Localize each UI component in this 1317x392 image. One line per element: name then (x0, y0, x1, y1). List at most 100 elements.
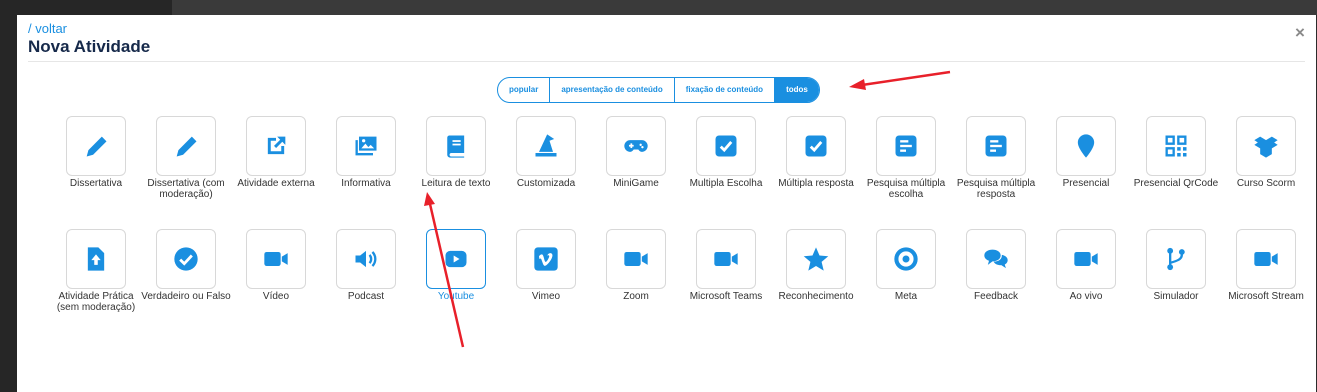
activity-tile[interactable] (336, 229, 396, 289)
activity-tile[interactable] (246, 229, 306, 289)
back-link[interactable]: / voltar (28, 21, 150, 36)
activity-label: Presencial QrCode (1133, 178, 1219, 189)
activity-tile[interactable] (246, 116, 306, 176)
activity-multipla-resposta[interactable]: Múltipla resposta (771, 116, 861, 229)
activity-tile[interactable] (786, 229, 846, 289)
activity-label: Vimeo (531, 291, 561, 302)
activity-tile[interactable] (426, 116, 486, 176)
modal-header: / voltar Nova Atividade (28, 21, 150, 57)
filter-tab-fixacao-de-conteudo[interactable]: fixação de conteúdo (675, 78, 776, 102)
activity-tile[interactable] (1236, 229, 1296, 289)
activity-tile[interactable] (516, 116, 576, 176)
activity-label: Múltipla resposta (778, 178, 854, 189)
activity-microsoft-teams[interactable]: Microsoft Teams (681, 229, 771, 342)
video-camera-icon (1254, 252, 1278, 266)
activity-tile[interactable] (1236, 116, 1296, 176)
activity-tile[interactable] (876, 116, 936, 176)
activity-vimeo[interactable]: Vimeo (501, 229, 591, 342)
activity-label: Microsoft Teams (689, 291, 763, 302)
activity-label: Microsoft Stream (1228, 291, 1304, 302)
activity-label: Customizada (516, 178, 576, 189)
activity-presencial[interactable]: Presencial (1041, 116, 1131, 229)
activity-atividade-pratica-sem-moderacao[interactable]: Atividade Prática (sem moderação) (51, 229, 141, 342)
qrcode-icon (1165, 135, 1187, 157)
activity-feedback[interactable]: Feedback (951, 229, 1041, 342)
activity-label: Ao vivo (1069, 291, 1103, 302)
activity-tile[interactable] (66, 229, 126, 289)
activity-tile[interactable] (966, 229, 1026, 289)
activity-multipla-escolha[interactable]: Multipla Escolha (681, 116, 771, 229)
filter-tab-todos[interactable]: todos (775, 78, 819, 102)
activity-presencial-qrcode[interactable]: Presencial QrCode (1131, 116, 1221, 229)
activity-label: Leitura de texto (421, 178, 491, 189)
activity-tile[interactable] (786, 116, 846, 176)
modal-title: Nova Atividade (28, 37, 151, 56)
poll-icon (895, 135, 917, 157)
activity-row: Atividade Prática (sem moderação) Verdade… (51, 229, 1311, 342)
activity-tile[interactable] (156, 229, 216, 289)
activity-meta[interactable]: Meta (861, 229, 951, 342)
activity-label: Curso Scorm (1236, 178, 1296, 189)
activity-microsoft-stream[interactable]: Microsoft Stream (1221, 229, 1311, 342)
activity-label: Pesquisa múltipla resposta (956, 178, 1036, 200)
activity-label: Youtube (437, 291, 475, 302)
activity-tile[interactable] (516, 229, 576, 289)
activity-label: Podcast (347, 291, 385, 302)
activity-pesquisa-multipla-resposta[interactable]: Pesquisa múltipla resposta (951, 116, 1041, 229)
activity-simulador[interactable]: Simulador (1131, 229, 1221, 342)
activity-tile[interactable] (966, 116, 1026, 176)
activity-label: Pesquisa múltipla escolha (866, 178, 946, 200)
activity-video[interactable]: Vídeo (231, 229, 321, 342)
activity-tile[interactable] (1056, 229, 1116, 289)
activity-podcast[interactable]: Podcast (321, 229, 411, 342)
filter-tab-apresentacao-de-conteudo[interactable]: apresentação de conteúdo (550, 78, 675, 102)
activity-minigame[interactable]: MiniGame (591, 116, 681, 229)
gamepad-icon (624, 140, 648, 152)
activity-label: Zoom (623, 291, 649, 302)
activity-label: Verdadeiro ou Falso (141, 291, 231, 302)
activity-youtube[interactable]: Youtube (411, 229, 501, 342)
filter-tab-popular[interactable]: popular (498, 78, 551, 102)
activity-tile[interactable] (876, 229, 936, 289)
video-camera-icon (1074, 252, 1098, 266)
images-icon (355, 136, 377, 156)
activity-label: MiniGame (613, 178, 659, 189)
close-icon[interactable]: × (1292, 24, 1308, 41)
activity-grid: Dissertativa Dissertativa (com moderação)… (51, 116, 1311, 342)
activity-reconhecimento[interactable]: Reconhecimento (771, 229, 861, 342)
activity-verdadeiro-ou-falso[interactable]: Verdadeiro ou Falso (141, 229, 231, 342)
video-camera-icon (264, 252, 288, 266)
activity-zoom[interactable]: Zoom (591, 229, 681, 342)
activity-customizada[interactable]: Customizada (501, 116, 591, 229)
activity-tile[interactable] (156, 116, 216, 176)
poll-icon (985, 135, 1007, 157)
activity-tile[interactable] (696, 229, 756, 289)
map-pin-icon (1077, 134, 1095, 158)
checkbox-icon (805, 135, 827, 157)
activity-tile[interactable] (606, 229, 666, 289)
activity-informativa[interactable]: Informativa (321, 116, 411, 229)
activity-tile[interactable] (1146, 116, 1206, 176)
pencil-icon (176, 136, 197, 157)
activity-leitura-de-texto[interactable]: Leitura de texto (411, 116, 501, 229)
activity-label: Atividade externa (237, 178, 315, 189)
volume-icon (355, 250, 377, 268)
activity-tile[interactable] (1146, 229, 1206, 289)
activity-tile[interactable] (1056, 116, 1116, 176)
external-link-icon (267, 136, 286, 155)
activity-tile[interactable] (66, 116, 126, 176)
activity-tile[interactable] (336, 116, 396, 176)
activity-label: Meta (894, 291, 918, 302)
activity-tile[interactable] (426, 229, 486, 289)
pencil-icon (86, 136, 107, 157)
activity-pesquisa-multipla-escolha[interactable]: Pesquisa múltipla escolha (861, 116, 951, 229)
activity-dissertativa[interactable]: Dissertativa (51, 116, 141, 229)
activity-dissertativa-com-moderacao[interactable]: Dissertativa (com moderação) (141, 116, 231, 229)
activity-atividade-externa[interactable]: Atividade externa (231, 116, 321, 229)
activity-label: Simulador (1153, 291, 1199, 302)
activity-ao-vivo[interactable]: Ao vivo (1041, 229, 1131, 342)
activity-tile[interactable] (606, 116, 666, 176)
activity-tile[interactable] (696, 116, 756, 176)
activity-curso-scorm[interactable]: Curso Scorm (1221, 116, 1311, 229)
check-circle-icon (174, 247, 198, 271)
